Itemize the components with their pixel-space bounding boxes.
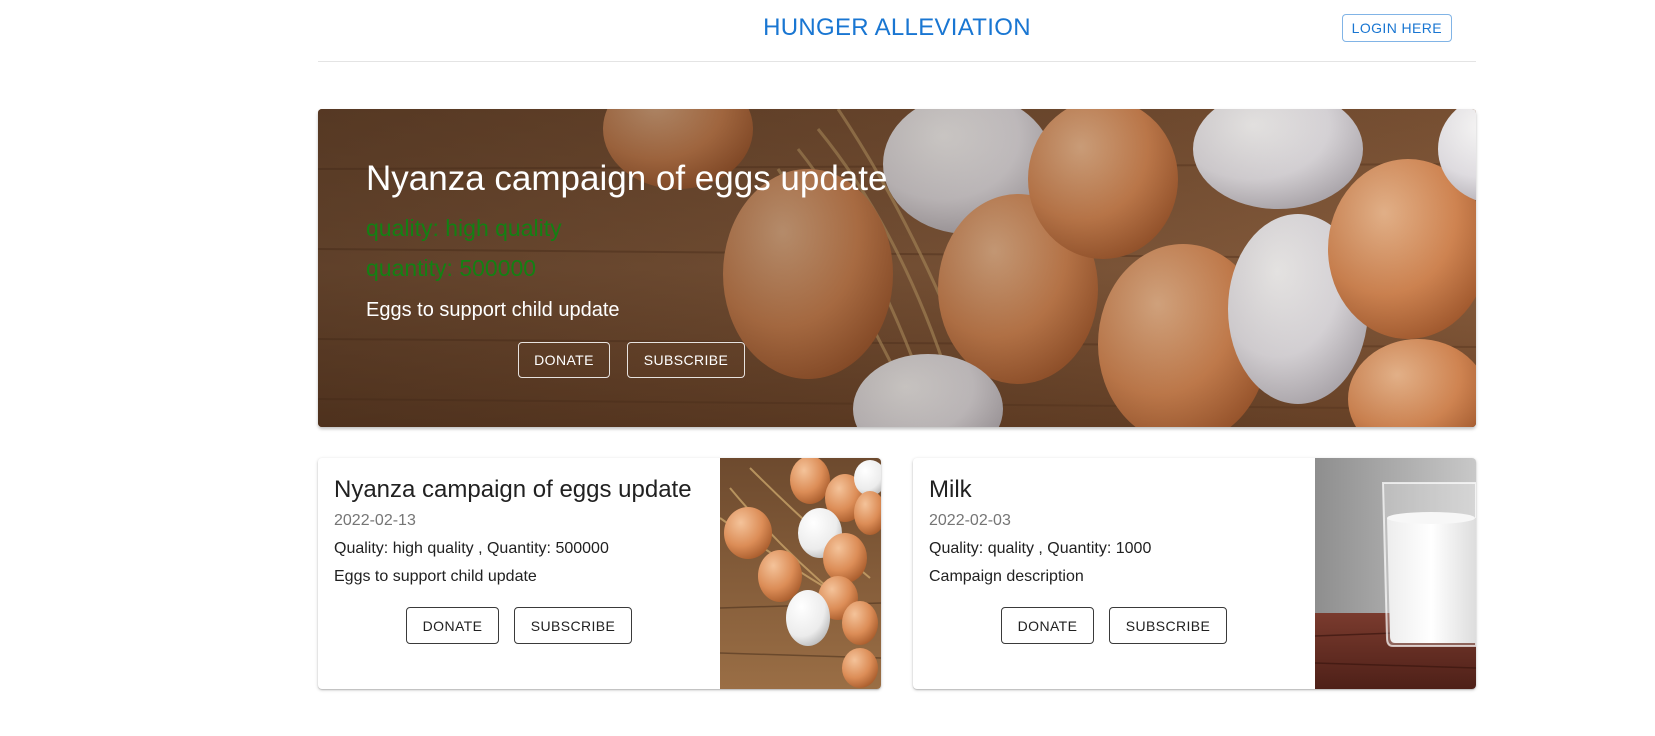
subscribe-button[interactable]: SUBSCRIBE — [1109, 607, 1227, 644]
subscribe-button[interactable]: SUBSCRIBE — [514, 607, 632, 644]
campaign-quality-quantity: Quality: high quality , Quantity: 500000 — [334, 540, 609, 557]
campaign-card: Nyanza campaign of eggs update 2022-02-1… — [318, 458, 881, 689]
donate-button[interactable]: DONATE — [1001, 607, 1094, 644]
campaign-description: Campaign description — [929, 568, 1084, 585]
hero-description: Eggs to support child update — [366, 299, 620, 321]
campaign-title: Milk — [929, 476, 972, 503]
hero-subscribe-button[interactable]: SUBSCRIBE — [627, 342, 745, 378]
login-button[interactable]: LOGIN HERE — [1341, 14, 1452, 42]
hero-quality: quality: high quality — [366, 215, 562, 241]
campaign-quality-quantity: Quality: quality , Quantity: 1000 — [929, 540, 1152, 557]
hero-banner: Nyanza campaign of eggs update quality: … — [318, 109, 1476, 427]
hero-donate-button[interactable]: DONATE — [518, 342, 610, 378]
site-title: HUNGER ALLEVIATION — [763, 14, 1031, 41]
campaign-title: Nyanza campaign of eggs update — [334, 476, 692, 503]
milk-glass-image — [1315, 458, 1476, 689]
donate-button[interactable]: DONATE — [406, 607, 499, 644]
app-header: HUNGER ALLEVIATION LOGIN HERE — [318, 0, 1476, 62]
campaign-description: Eggs to support child update — [334, 568, 537, 585]
campaign-card: Milk 2022-02-03 Quality: quality , Quant… — [913, 458, 1476, 689]
campaign-date: 2022-02-13 — [334, 512, 416, 529]
eggs-image — [720, 458, 881, 689]
hero-title: Nyanza campaign of eggs update — [366, 159, 888, 198]
hero-quantity: quantity: 500000 — [366, 255, 537, 281]
campaign-date: 2022-02-03 — [929, 512, 1011, 529]
